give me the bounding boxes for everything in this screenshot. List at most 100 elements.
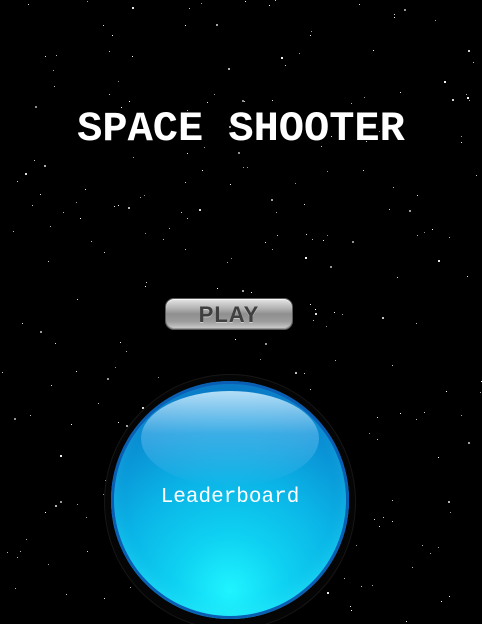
star <box>17 181 18 182</box>
star <box>185 25 186 26</box>
star <box>48 261 49 262</box>
star <box>285 65 286 66</box>
star <box>326 326 327 327</box>
star <box>132 7 134 9</box>
star <box>400 413 401 414</box>
star <box>130 587 131 588</box>
star <box>181 212 182 213</box>
star <box>468 50 470 52</box>
star <box>450 512 451 513</box>
star <box>461 415 462 416</box>
star <box>217 288 218 289</box>
star <box>76 371 77 372</box>
star <box>469 100 470 101</box>
star <box>201 3 202 4</box>
star <box>242 290 244 292</box>
star <box>438 260 440 262</box>
star <box>45 56 46 57</box>
star <box>305 257 307 259</box>
star <box>476 175 477 176</box>
star <box>400 92 401 93</box>
star <box>363 170 364 171</box>
star <box>53 70 54 71</box>
star <box>109 94 110 95</box>
star <box>126 351 127 352</box>
star <box>295 372 297 374</box>
star <box>60 501 62 503</box>
star <box>393 187 394 188</box>
leaderboard-button-gloss <box>141 391 319 486</box>
star <box>417 195 418 196</box>
star <box>444 81 446 83</box>
star <box>242 100 244 102</box>
star <box>397 277 398 278</box>
star <box>140 197 141 198</box>
star <box>446 391 447 392</box>
star <box>369 433 370 434</box>
star <box>323 240 324 241</box>
star <box>15 588 16 589</box>
star <box>383 517 384 518</box>
star <box>335 360 336 361</box>
star <box>315 313 317 315</box>
star <box>13 231 14 232</box>
star <box>416 419 417 420</box>
star <box>40 331 42 333</box>
star <box>412 567 413 568</box>
star <box>107 378 109 380</box>
star <box>230 184 231 185</box>
star <box>441 601 442 602</box>
star <box>392 365 393 366</box>
star <box>406 621 407 622</box>
star <box>50 226 51 227</box>
leaderboard-button[interactable]: Leaderboard <box>111 381 349 619</box>
star <box>312 239 313 240</box>
star <box>372 585 373 586</box>
star <box>269 5 270 6</box>
star <box>310 389 311 390</box>
star <box>304 373 305 374</box>
star <box>247 167 248 168</box>
star <box>48 564 49 565</box>
star <box>299 53 300 54</box>
star <box>114 206 115 207</box>
star <box>30 415 31 416</box>
star <box>80 218 81 219</box>
star <box>34 160 35 161</box>
star <box>14 418 16 420</box>
star <box>145 233 146 234</box>
star <box>144 195 145 196</box>
star <box>435 20 436 21</box>
star <box>467 276 468 277</box>
star <box>449 237 450 238</box>
star <box>77 299 78 300</box>
star <box>169 228 170 229</box>
star <box>334 312 335 313</box>
star <box>404 9 406 11</box>
star <box>304 204 305 205</box>
star <box>20 551 21 552</box>
star <box>448 501 450 503</box>
star <box>51 385 52 386</box>
star <box>473 62 474 63</box>
star <box>272 100 273 101</box>
star <box>103 25 104 26</box>
star <box>145 286 146 287</box>
star <box>359 4 360 5</box>
star <box>66 594 67 595</box>
play-button[interactable]: PLAY <box>165 298 293 330</box>
star <box>187 218 188 219</box>
star <box>394 14 395 15</box>
star <box>295 183 296 184</box>
star <box>394 17 395 18</box>
star <box>22 323 23 324</box>
star <box>129 101 130 102</box>
star <box>189 8 190 9</box>
star <box>265 343 267 345</box>
star <box>361 586 362 587</box>
star <box>422 545 423 546</box>
star <box>87 551 88 552</box>
star <box>118 422 119 423</box>
star <box>25 173 27 175</box>
star <box>438 547 439 548</box>
